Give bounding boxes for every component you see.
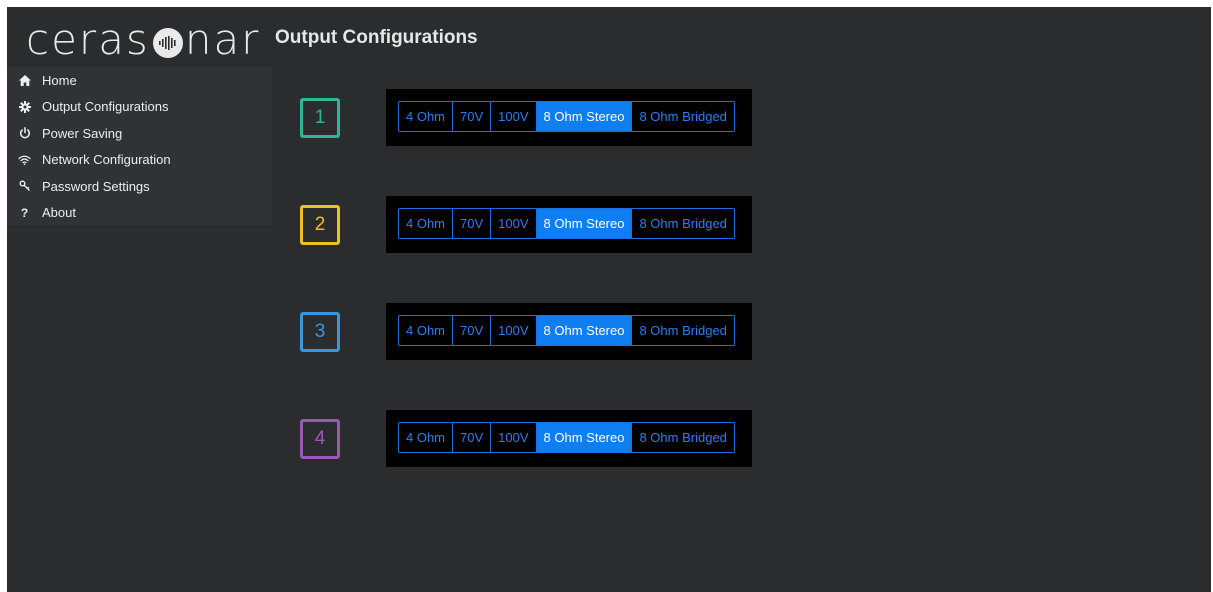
logo-text-left: ceras [26, 15, 150, 64]
output-mode-panel-1: 4 Ohm 70V 100V 8 Ohm Stereo 8 Ohm Bridge… [386, 89, 752, 146]
cerasonar-logo: ceras nar [26, 15, 260, 65]
power-icon [17, 127, 32, 140]
sidebar-item-output-configurations[interactable]: Output Configurations [7, 94, 272, 121]
mode-button-100v[interactable]: 100V [491, 316, 537, 345]
mode-button-4-ohm[interactable]: 4 Ohm [399, 423, 454, 452]
mode-button-70v[interactable]: 70V [453, 102, 492, 131]
mode-button-70v[interactable]: 70V [453, 209, 492, 238]
output-mode-panel-2: 4 Ohm 70V 100V 8 Ohm Stereo 8 Ohm Bridge… [386, 196, 752, 253]
mode-button-8-ohm-stereo[interactable]: 8 Ohm Stereo [536, 209, 633, 238]
output-mode-panel-3: 4 Ohm 70V 100V 8 Ohm Stereo 8 Ohm Bridge… [386, 303, 752, 360]
mode-button-70v[interactable]: 70V [453, 316, 492, 345]
sidebar-item-password-settings[interactable]: Password Settings [7, 173, 272, 200]
sidebar-item-home[interactable]: Home [7, 67, 272, 94]
mode-button-8-ohm-stereo[interactable]: 8 Ohm Stereo [536, 423, 633, 452]
channel-number: 2 [314, 214, 326, 235]
output-mode-group-1: 4 Ohm 70V 100V 8 Ohm Stereo 8 Ohm Bridge… [398, 101, 735, 132]
sidebar-item-about[interactable]: ? About [7, 200, 272, 227]
sidebar: Home Output Configurations Power Saving … [7, 67, 272, 225]
sidebar-item-label: Output Configurations [42, 99, 169, 115]
mode-button-8-ohm-bridged[interactable]: 8 Ohm Bridged [632, 423, 734, 452]
output-mode-group-3: 4 Ohm 70V 100V 8 Ohm Stereo 8 Ohm Bridge… [398, 315, 735, 346]
output-mode-group-2: 4 Ohm 70V 100V 8 Ohm Stereo 8 Ohm Bridge… [398, 208, 735, 239]
sidebar-item-label: Password Settings [42, 178, 150, 194]
mode-button-8-ohm-stereo[interactable]: 8 Ohm Stereo [536, 102, 633, 131]
channel-badge-1: 1 [300, 98, 340, 138]
sidebar-item-label: Home [42, 72, 77, 88]
mode-button-8-ohm-bridged[interactable]: 8 Ohm Bridged [632, 102, 734, 131]
channel-number: 1 [314, 107, 326, 128]
page-title: Output Configurations [275, 27, 478, 48]
sidebar-item-label: Network Configuration [42, 152, 171, 168]
mode-button-100v[interactable]: 100V [491, 423, 537, 452]
gear-icon [17, 100, 32, 113]
question-icon: ? [17, 206, 32, 219]
mode-button-4-ohm[interactable]: 4 Ohm [399, 209, 454, 238]
channel-badge-3: 3 [300, 312, 340, 352]
mode-button-100v[interactable]: 100V [491, 209, 537, 238]
output-mode-group-4: 4 Ohm 70V 100V 8 Ohm Stereo 8 Ohm Bridge… [398, 422, 735, 453]
sidebar-item-label: About [42, 205, 76, 221]
app-window: ceras nar Output Configurations Home Out… [7, 7, 1211, 592]
mode-button-4-ohm[interactable]: 4 Ohm [399, 316, 454, 345]
sidebar-item-network-configuration[interactable]: Network Configuration [7, 147, 272, 174]
home-icon [17, 74, 32, 87]
sidebar-item-label: Power Saving [42, 125, 123, 141]
mode-button-4-ohm[interactable]: 4 Ohm [399, 102, 454, 131]
mode-button-70v[interactable]: 70V [453, 423, 492, 452]
mode-button-8-ohm-bridged[interactable]: 8 Ohm Bridged [632, 316, 734, 345]
channel-badge-2: 2 [300, 205, 340, 245]
output-mode-panel-4: 4 Ohm 70V 100V 8 Ohm Stereo 8 Ohm Bridge… [386, 410, 752, 467]
mode-button-8-ohm-bridged[interactable]: 8 Ohm Bridged [632, 209, 734, 238]
channel-badge-4: 4 [300, 419, 340, 459]
question-glyph: ? [20, 205, 29, 220]
key-icon [17, 180, 32, 193]
channel-number: 3 [314, 321, 326, 342]
channel-number: 4 [314, 428, 326, 449]
mode-button-100v[interactable]: 100V [491, 102, 537, 131]
wifi-icon [17, 153, 32, 166]
sidebar-item-power-saving[interactable]: Power Saving [7, 120, 272, 147]
mode-button-8-ohm-stereo[interactable]: 8 Ohm Stereo [536, 316, 633, 345]
logo-sound-wave-icon [152, 28, 183, 58]
logo-text-right: nar [184, 15, 261, 64]
